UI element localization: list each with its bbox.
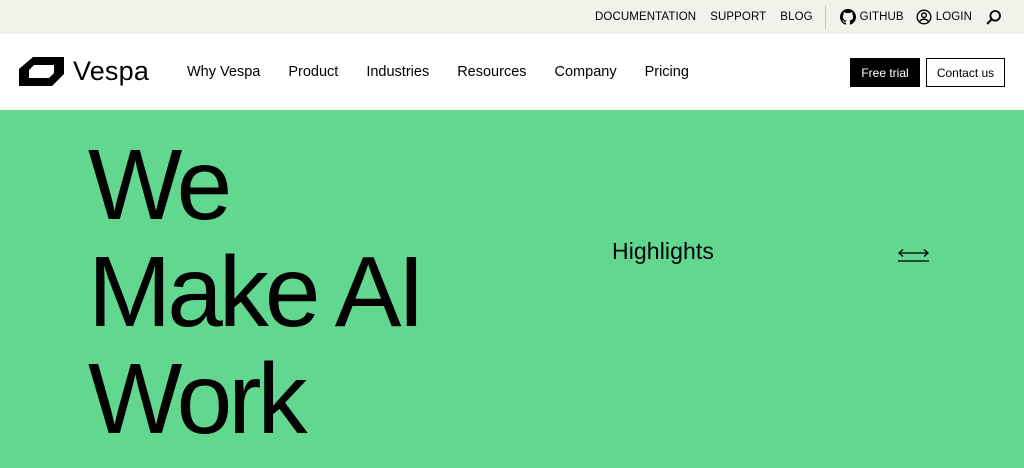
headline-line-2: Make AI bbox=[88, 236, 425, 348]
github-link[interactable]: GITHUB bbox=[839, 9, 904, 25]
login-link[interactable]: LOGIN bbox=[916, 9, 972, 25]
login-label: LOGIN bbox=[935, 11, 972, 23]
contact-us-button[interactable]: Contact us bbox=[926, 58, 1005, 87]
free-trial-button[interactable]: Free trial bbox=[850, 58, 920, 87]
support-link[interactable]: SUPPORT bbox=[710, 11, 766, 23]
utility-links: DOCUMENTATION SUPPORT BLOG bbox=[595, 11, 813, 23]
documentation-link[interactable]: DOCUMENTATION bbox=[595, 11, 696, 23]
github-icon bbox=[839, 9, 856, 25]
blog-link[interactable]: BLOG bbox=[780, 11, 812, 23]
top-utility-bar: DOCUMENTATION SUPPORT BLOG GITHUB LOGIN bbox=[0, 0, 1024, 34]
utility-divider bbox=[824, 5, 826, 29]
nav-item-why-vespa[interactable]: Why Vespa bbox=[187, 64, 260, 80]
double-arrow-icon bbox=[898, 249, 929, 262]
highlights-heading: Highlights bbox=[612, 238, 714, 264]
logo-text: Vespa bbox=[73, 56, 150, 86]
nav-item-product[interactable]: Product bbox=[288, 64, 338, 80]
github-label: GITHUB bbox=[859, 11, 904, 23]
nav-menu: Why Vespa Product Industries Resources C… bbox=[187, 34, 717, 110]
search-button[interactable] bbox=[986, 9, 1002, 25]
hero-headline: We Make AI Work bbox=[88, 129, 425, 455]
nav-item-company[interactable]: Company bbox=[555, 64, 617, 80]
main-navigation: Vespa Why Vespa Product Industries Resou… bbox=[0, 34, 1024, 110]
hero-section: We Make AI Work Highlights bbox=[0, 110, 1024, 468]
vespa-logo[interactable]: Vespa bbox=[19, 56, 149, 87]
nav-item-industries[interactable]: Industries bbox=[366, 64, 429, 80]
nav-item-pricing[interactable]: Pricing bbox=[645, 64, 689, 80]
vespa-logo-icon bbox=[19, 57, 64, 86]
headline-line-1: We bbox=[88, 129, 232, 241]
user-circle-icon bbox=[916, 9, 932, 25]
search-icon bbox=[986, 10, 1001, 25]
highlights-toggle-button[interactable] bbox=[897, 245, 930, 265]
nav-item-resources[interactable]: Resources bbox=[457, 64, 526, 80]
nav-cta-group: Free trial Contact us bbox=[850, 58, 1005, 87]
headline-line-3: Work bbox=[88, 343, 308, 455]
